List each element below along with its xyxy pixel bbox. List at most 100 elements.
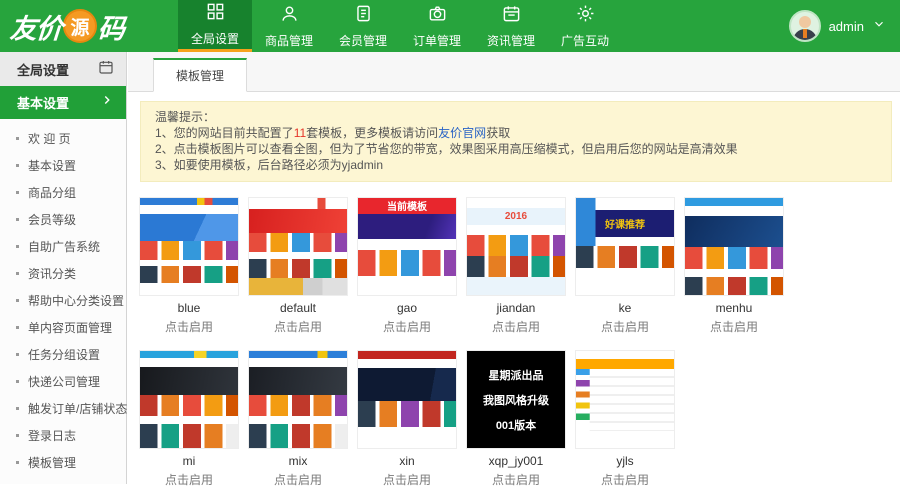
template-card: default点击启用 xyxy=(249,198,347,335)
template-thumb[interactable]: 2016 xyxy=(467,198,565,295)
template-enable-link[interactable]: 点击启用 xyxy=(467,318,565,335)
sidebar-item[interactable]: 单内容页面管理 xyxy=(0,314,126,341)
nav-label: 全局设置 xyxy=(191,30,239,47)
sidebar-item-label: 商品分组 xyxy=(28,184,76,201)
nav-label: 商品管理 xyxy=(265,32,313,49)
template-enable-link[interactable]: 点击启用 xyxy=(358,318,456,335)
notice-line-3: 3、如要使用模板，后台路径必须为yjadmin xyxy=(155,157,877,173)
thumb-strip xyxy=(140,241,238,260)
sidebar-item[interactable]: 触发订单/店铺状态 xyxy=(0,395,126,422)
gear-icon xyxy=(576,4,595,28)
thumb-strip xyxy=(249,259,347,277)
thumb-strip xyxy=(358,250,456,275)
sidebar-item[interactable]: 快递公司管理 xyxy=(0,368,126,395)
template-name: gao xyxy=(358,301,456,315)
user-menu[interactable]: admin xyxy=(789,0,886,52)
thumb-strip xyxy=(467,198,565,208)
sidebar-item[interactable]: 模板管理 xyxy=(0,449,126,476)
thumb-strip xyxy=(249,209,347,233)
official-site-link[interactable]: 友价官网 xyxy=(438,126,486,140)
sidebar-item[interactable]: 会员等级 xyxy=(0,206,126,233)
sidebar-item-label: 基本设置 xyxy=(28,157,76,174)
template-name: xqp_jy001 xyxy=(467,454,565,468)
tab-strip: 模板管理 xyxy=(128,52,900,92)
template-thumb[interactable] xyxy=(249,351,347,448)
sidebar-item[interactable]: 登录日志 xyxy=(0,422,126,449)
template-enable-link[interactable]: 点击启用 xyxy=(685,318,783,335)
template-enable-link[interactable]: 点击启用 xyxy=(358,471,456,488)
avatar[interactable] xyxy=(789,10,821,42)
bullet-icon xyxy=(16,434,19,437)
camera-icon xyxy=(428,4,447,28)
template-card: 2016jiandan点击启用 xyxy=(467,198,565,335)
thumb-strip xyxy=(358,401,456,426)
sidebar-item[interactable]: 商品分组 xyxy=(0,179,126,206)
bullet-icon xyxy=(16,191,19,194)
thumb-strip xyxy=(249,424,347,448)
logo-text-right: 码 xyxy=(97,7,126,46)
sidebar-item[interactable]: 资讯分类 xyxy=(0,260,126,287)
thumb-strip xyxy=(576,246,674,267)
sidebar-item-label: 帮助中心分类设置 xyxy=(28,292,124,309)
template-enable-link[interactable]: 点击启用 xyxy=(576,318,674,335)
current-template-badge: 当前模板 xyxy=(358,198,456,214)
nav-item-3[interactable]: 会员管理 xyxy=(326,0,400,52)
sidebar-item[interactable]: 帮助中心分类设置 xyxy=(0,287,126,314)
sidebar-section-basic-settings[interactable]: 基本设置 xyxy=(0,86,126,119)
thumb-strip xyxy=(576,237,674,247)
nav-item-1[interactable]: 全局设置 xyxy=(178,0,252,52)
calendar-icon xyxy=(502,4,521,28)
template-thumb[interactable]: 星期派出品我图风格升级001版本 xyxy=(467,351,565,448)
template-name: menhu xyxy=(685,301,783,315)
thumb-strip xyxy=(685,198,783,206)
nav-label: 订单管理 xyxy=(413,32,461,49)
logo-text-left: 友价 xyxy=(9,7,64,46)
nav-item-5[interactable]: 资讯管理 xyxy=(474,0,548,52)
top-bar: 友价 源 码 全局设置商品管理会员管理订单管理资讯管理广告互动 admin xyxy=(0,0,900,52)
thumb-strip xyxy=(358,239,456,251)
thumb-strip xyxy=(249,198,347,209)
sidebar-item[interactable]: 基本设置 xyxy=(0,152,126,179)
template-name: xin xyxy=(358,454,456,468)
chevron-down-icon[interactable] xyxy=(872,17,886,36)
sidebar-item-label: 会员等级 xyxy=(28,211,76,228)
template-thumb[interactable] xyxy=(576,351,674,448)
template-thumb[interactable]: 好课推荐 xyxy=(576,198,674,295)
user-icon xyxy=(280,4,299,28)
nav-item-2[interactable]: 商品管理 xyxy=(252,0,326,52)
thumb-text-line: 001版本 xyxy=(496,417,536,433)
template-thumb[interactable] xyxy=(358,351,456,448)
sidebar-item-label: 任务分组设置 xyxy=(28,346,100,363)
template-card: 当前模板 gao 点击启用 xyxy=(358,198,456,335)
template-thumb[interactable] xyxy=(140,198,238,295)
sidebar-item-label: 资讯分类 xyxy=(28,265,76,282)
bullet-icon xyxy=(16,299,19,302)
thumb-strip xyxy=(576,351,674,359)
thumb-strip xyxy=(249,233,347,252)
sidebar-item-label: 登录日志 xyxy=(28,427,76,444)
thumb-strip xyxy=(249,351,347,358)
template-card: mi点击启用 xyxy=(140,351,238,488)
sidebar-item[interactable]: 任务分组设置 xyxy=(0,341,126,368)
sidebar-item[interactable]: 自助广告系统 xyxy=(0,233,126,260)
template-enable-link[interactable]: 点击启用 xyxy=(467,471,565,488)
template-enable-link[interactable]: 点击启用 xyxy=(140,471,238,488)
thumb-strip xyxy=(140,283,238,295)
sidebar-item[interactable]: 欢 迎 页 xyxy=(0,125,126,152)
sidebar-item-label: 欢 迎 页 xyxy=(28,130,71,147)
template-enable-link[interactable]: 点击启用 xyxy=(249,318,347,335)
tab-template-manage[interactable]: 模板管理 xyxy=(153,58,247,92)
template-thumb[interactable] xyxy=(249,198,347,295)
thumb-strip xyxy=(576,198,674,210)
template-thumb[interactable] xyxy=(140,351,238,448)
template-thumb[interactable]: 当前模板 xyxy=(358,198,456,295)
template-thumb[interactable] xyxy=(685,198,783,295)
bullet-icon xyxy=(16,407,19,410)
bullet-icon xyxy=(16,326,19,329)
nav-item-6[interactable]: 广告互动 xyxy=(548,0,622,52)
chevron-right-icon xyxy=(100,93,114,112)
template-enable-link[interactable]: 点击启用 xyxy=(140,318,238,335)
template-enable-link[interactable]: 点击启用 xyxy=(249,471,347,488)
nav-item-4[interactable]: 订单管理 xyxy=(400,0,474,52)
template-enable-link[interactable]: 点击启用 xyxy=(576,471,674,488)
